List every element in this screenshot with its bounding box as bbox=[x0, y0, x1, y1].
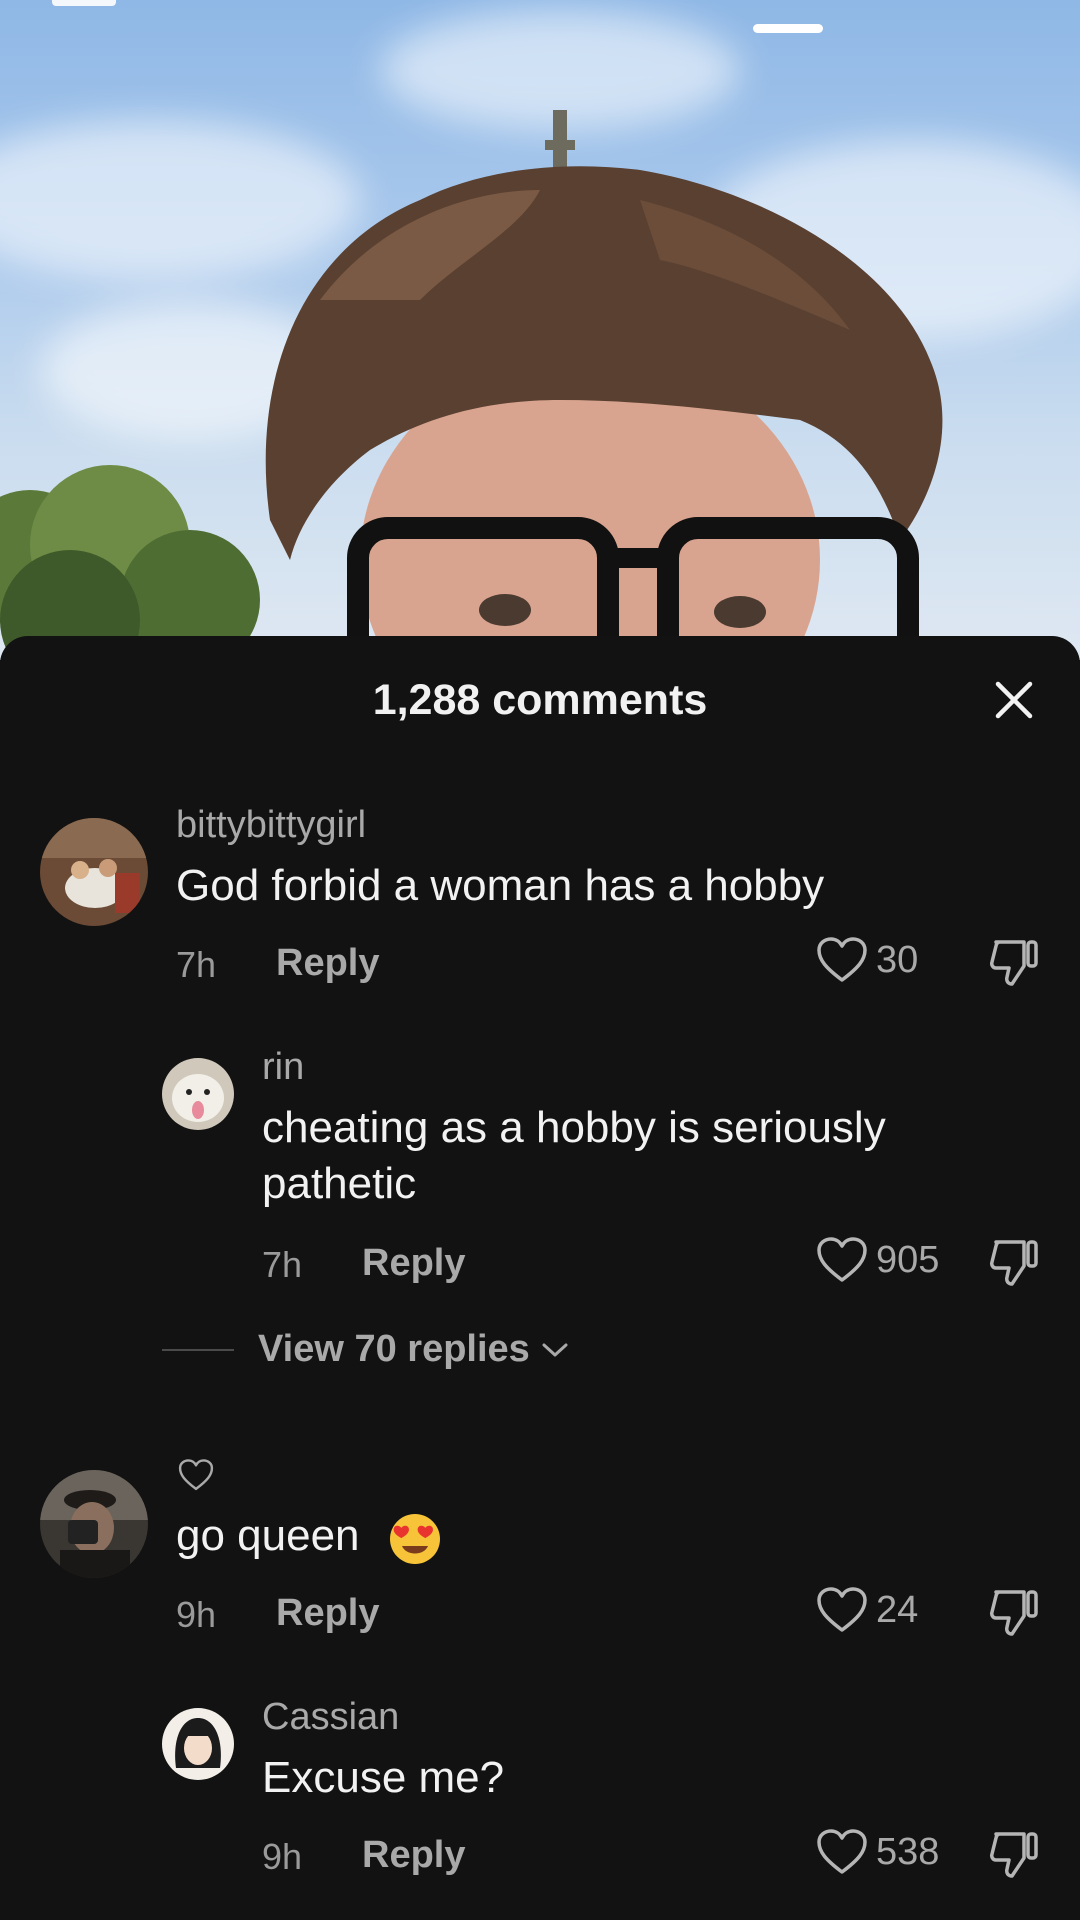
comment-username[interactable]: rin bbox=[262, 1046, 304, 1089]
thumbs-down-icon bbox=[990, 940, 1038, 986]
comment-text: Excuse me? bbox=[262, 1753, 505, 1802]
reply-button[interactable]: Reply bbox=[362, 1834, 465, 1877]
thumbs-down-icon bbox=[990, 1590, 1038, 1636]
avatar[interactable] bbox=[40, 818, 148, 926]
heart-outline-icon bbox=[817, 1829, 867, 1874]
thumbs-down-icon bbox=[990, 1240, 1038, 1286]
chevron-down-icon bbox=[542, 1343, 568, 1356]
dislike-button[interactable] bbox=[988, 938, 1040, 993]
like-button[interactable]: 30 bbox=[816, 936, 918, 984]
person-avatar-image bbox=[40, 1470, 148, 1578]
anime-avatar-image bbox=[162, 1708, 234, 1780]
avatar[interactable] bbox=[162, 1708, 234, 1780]
thumbs-down-icon bbox=[990, 1832, 1038, 1878]
reply-button[interactable]: Reply bbox=[276, 1592, 379, 1635]
like-count: 538 bbox=[876, 1830, 940, 1873]
like-count: 30 bbox=[876, 938, 919, 981]
reply-button[interactable]: Reply bbox=[276, 942, 379, 985]
like-button[interactable]: 905 bbox=[816, 1236, 939, 1284]
like-button[interactable]: 538 bbox=[816, 1828, 939, 1876]
comment-text: God forbid a woman has a hobby bbox=[176, 861, 825, 910]
like-button[interactable]: 24 bbox=[816, 1586, 918, 1634]
comment-time: 7h bbox=[262, 1244, 303, 1285]
smiling-face-with-heart-eyes-icon bbox=[390, 1514, 440, 1564]
view-replies-label: View 70 replies bbox=[258, 1328, 530, 1370]
dislike-button[interactable] bbox=[988, 1588, 1040, 1643]
heart-outline-icon bbox=[817, 937, 867, 982]
comment-username[interactable]: Cassian bbox=[262, 1696, 399, 1739]
cat-avatar-image bbox=[162, 1058, 234, 1130]
view-replies-button[interactable]: View 70 replies bbox=[162, 1328, 568, 1371]
reply-button[interactable]: Reply bbox=[362, 1242, 465, 1285]
close-icon bbox=[995, 681, 1033, 719]
comment-text: cheating as a hobby is seriously patheti… bbox=[262, 1103, 886, 1208]
small-heart-icon bbox=[178, 1459, 214, 1491]
like-count: 905 bbox=[876, 1238, 940, 1281]
video-player[interactable] bbox=[0, 0, 1080, 660]
comment-username[interactable]: bittybittygirl bbox=[176, 804, 366, 847]
replies-divider bbox=[162, 1348, 234, 1351]
comment-time: 7h bbox=[176, 944, 217, 985]
comment-time: 9h bbox=[262, 1836, 303, 1877]
like-count: 24 bbox=[876, 1588, 919, 1631]
dislike-button[interactable] bbox=[988, 1238, 1040, 1293]
painting-avatar-image bbox=[40, 818, 148, 926]
avatar[interactable] bbox=[40, 1470, 148, 1578]
creator-liked-indicator bbox=[178, 1458, 214, 1497]
comment-text: go queen bbox=[176, 1511, 360, 1560]
comment-time: 9h bbox=[176, 1594, 217, 1635]
dislike-button[interactable] bbox=[988, 1830, 1040, 1885]
avatar[interactable] bbox=[162, 1058, 234, 1130]
video-frame-person bbox=[0, 110, 943, 660]
heart-eyes-emoji bbox=[388, 1512, 442, 1571]
close-button[interactable] bbox=[988, 674, 1040, 726]
heart-outline-icon bbox=[817, 1587, 867, 1632]
comments-count-title: 1,288 comments bbox=[372, 676, 708, 724]
heart-outline-icon bbox=[817, 1237, 867, 1282]
